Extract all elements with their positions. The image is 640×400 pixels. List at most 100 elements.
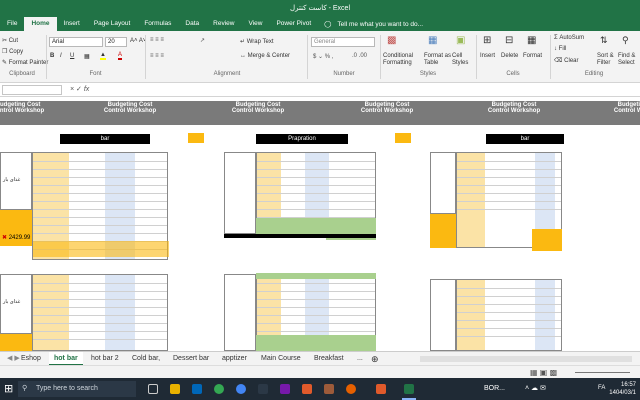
name-box[interactable] — [2, 85, 62, 95]
cell-styles-button[interactable]: Cell Styles — [452, 53, 472, 67]
windows-start-icon[interactable]: ⊞ — [4, 382, 13, 395]
tab-review[interactable]: Review — [206, 17, 241, 31]
clock[interactable]: 16:57 1404/03/1 — [609, 381, 636, 397]
fill-color-icon[interactable]: ▲ — [100, 52, 106, 60]
edge-icon[interactable] — [192, 384, 202, 394]
number-format-select[interactable]: General — [311, 37, 375, 47]
divider — [380, 35, 381, 79]
marker-cell — [188, 133, 204, 143]
insert-cells-button[interactable]: Insert — [480, 53, 495, 59]
font-color-icon[interactable]: A — [118, 52, 123, 60]
task-view-icon[interactable] — [148, 384, 158, 394]
align-top-icons[interactable]: ≡ ≡ ≡ — [150, 37, 164, 43]
taskbar-app-label[interactable]: BOR... — [484, 385, 505, 392]
tab-file[interactable]: File — [0, 17, 24, 31]
ribbon: ✂ Cut ❐ Copy ✎ Format Painter Clipboard … — [0, 31, 640, 83]
tab-view[interactable]: View — [241, 17, 269, 31]
data-table[interactable] — [456, 279, 562, 351]
clear-button[interactable]: ⌫ Clear — [554, 57, 579, 64]
divider — [550, 35, 551, 79]
sort-icon: ⇅ — [600, 35, 608, 45]
tab-page-layout[interactable]: Page Layout — [87, 17, 138, 31]
autosum-button[interactable]: Σ AutoSum — [554, 35, 584, 41]
brush-icon: ✎ — [2, 60, 8, 66]
app-icon[interactable] — [302, 384, 312, 394]
font-name-select[interactable]: Arial — [49, 37, 103, 47]
format-cells-button[interactable]: Format — [523, 53, 542, 59]
underline-button[interactable]: U — [70, 53, 74, 59]
sort-filter-button[interactable]: Sort & Filter — [597, 53, 617, 67]
bold-button[interactable]: B — [50, 53, 54, 59]
tab-insert[interactable]: Insert — [57, 17, 87, 31]
settings-icon[interactable] — [258, 384, 268, 394]
excel-icon[interactable] — [404, 384, 414, 394]
delete-cells-button[interactable]: Delete — [501, 53, 518, 59]
decimal-icons[interactable]: .0 .00 — [352, 53, 367, 59]
firefox-icon[interactable] — [346, 384, 356, 394]
label-cell — [224, 274, 256, 351]
data-table[interactable] — [32, 152, 169, 260]
language-indicator[interactable]: FA — [598, 385, 605, 391]
tab-power-pivot[interactable]: Power Pivot — [269, 17, 318, 31]
sheet-tab-cold-bar[interactable]: Cold bar, — [127, 352, 165, 366]
cut-button[interactable]: ✂ Cut — [2, 37, 18, 44]
borders-icon[interactable]: ▦ — [84, 53, 90, 60]
view-mode-icons[interactable]: ▦ ▣ ▩ — [530, 368, 557, 377]
function-icon[interactable]: × ✓ fx — [70, 85, 89, 93]
tab-formulas[interactable]: Formulas — [137, 17, 178, 31]
add-sheet-button[interactable]: ⊕ — [366, 352, 384, 366]
tab-data[interactable]: Data — [178, 17, 206, 31]
conditional-formatting-icon[interactable]: ▩ — [387, 35, 396, 46]
summary-cell — [532, 229, 562, 251]
tab-home[interactable]: Home — [24, 17, 57, 31]
lightbulb-icon: ◯ — [324, 21, 332, 28]
sheet-tab-eshop[interactable]: Eshop — [16, 352, 46, 366]
file-explorer-icon[interactable] — [170, 384, 180, 394]
onenote-icon[interactable] — [280, 384, 290, 394]
divider — [145, 35, 146, 79]
currency-icon[interactable]: $ ⌄ % , — [313, 53, 333, 60]
app-icon[interactable] — [376, 384, 386, 394]
cell-styles-icon[interactable]: ▣ — [456, 35, 465, 46]
align-left-icons[interactable]: ≡ ≡ ≡ — [150, 53, 164, 59]
conditional-formatting-button[interactable]: Conditional Formatting — [383, 53, 423, 67]
sheet-tab-apptizer[interactable]: apptizer — [217, 352, 252, 366]
format-painter-button[interactable]: ✎ Format Painter — [2, 59, 48, 66]
merge-icon: ↔ — [240, 53, 246, 59]
status-bar: ▦ ▣ ▩ — [0, 365, 640, 378]
worksheet-grid[interactable]: Budgeting Cost Control Workshop Budgetin… — [0, 97, 640, 351]
chrome-alt-icon[interactable] — [236, 384, 246, 394]
data-table[interactable] — [32, 274, 168, 351]
zoom-slider[interactable] — [575, 372, 630, 373]
section-header: Prapration — [256, 134, 348, 144]
table-icon[interactable]: ▦ — [428, 35, 437, 46]
close-icon: ✖ — [2, 235, 8, 241]
tell-me-search[interactable]: Tell me what you want to do... — [337, 21, 423, 28]
sheet-tab-dessert-bar[interactable]: Dessert bar — [168, 352, 214, 366]
sheet-tab-main-course[interactable]: Main Course — [256, 352, 306, 366]
chrome-icon[interactable] — [214, 384, 224, 394]
sheet-tab-breakfast[interactable]: Breakfast — [309, 352, 349, 366]
orientation-icon[interactable]: ↗ — [200, 37, 205, 44]
fill-button[interactable]: ↓ Fill — [554, 46, 566, 52]
merge-center-button[interactable]: ↔ Merge & Center — [240, 53, 290, 59]
horizontal-scrollbar[interactable] — [420, 356, 632, 362]
total-band — [256, 335, 376, 351]
font-grow-icon[interactable]: A˄ A˅ — [130, 38, 146, 44]
wrap-text-button[interactable]: ↵ Wrap Text — [240, 38, 274, 45]
sheet-tab-hot-bar[interactable]: hot bar — [49, 352, 83, 366]
app-icon[interactable] — [324, 384, 334, 394]
name-column — [457, 280, 485, 350]
format-cells-icon[interactable]: ▦ — [527, 35, 536, 46]
system-tray-icons[interactable]: ˄ ☁ ✉ — [525, 384, 546, 392]
format-as-table-button[interactable]: Format as Table — [424, 53, 452, 67]
italic-button[interactable]: I — [60, 53, 62, 59]
find-select-button[interactable]: Find & Select — [618, 53, 640, 67]
delete-cells-icon[interactable]: ⊟ — [505, 35, 513, 46]
insert-cells-icon[interactable]: ⊞ — [483, 35, 491, 46]
sheet-tab-hot-bar-2[interactable]: hot bar 2 — [86, 352, 124, 366]
taskbar-search[interactable]: ⚲ Type here to search — [18, 381, 136, 397]
font-group-label: Font — [89, 71, 102, 77]
font-size-select[interactable]: 20 — [105, 37, 127, 47]
copy-button[interactable]: ❐ Copy — [2, 48, 23, 55]
